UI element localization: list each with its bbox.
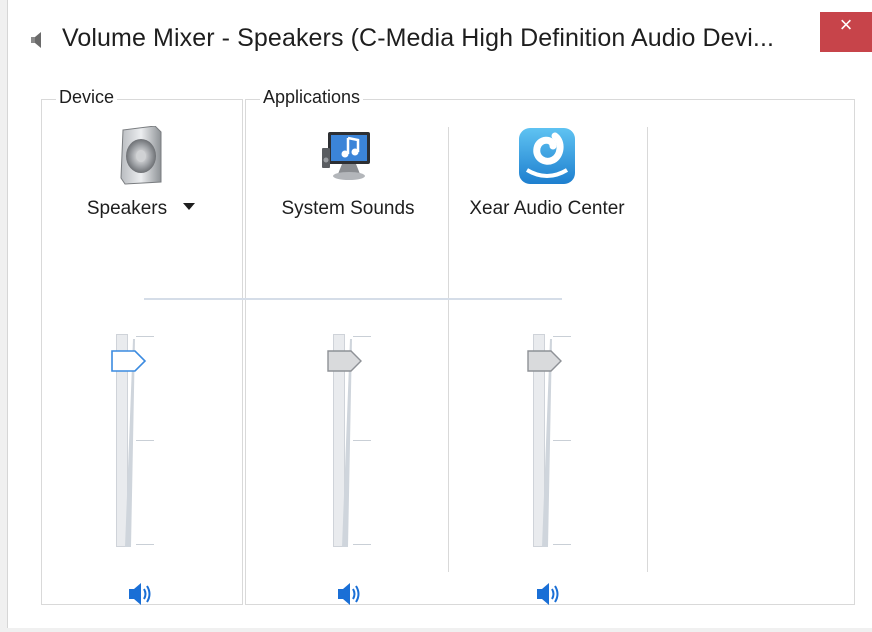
applications-group-label: Applications (260, 87, 364, 108)
device-group-label: Device (56, 87, 118, 108)
volume-slider-thumb[interactable] (327, 350, 363, 372)
slider-tick (353, 440, 371, 441)
slider-tick (553, 336, 571, 337)
window-left-border (0, 0, 8, 632)
app-channel-system-sounds: System Sounds (248, 124, 448, 605)
xear-audio-icon[interactable] (517, 126, 577, 186)
chevron-down-icon[interactable] (183, 203, 196, 211)
speaker-volume-icon[interactable] (533, 579, 565, 609)
volume-mixer-window: Volume Mixer - Speakers (C-Media High De… (0, 0, 872, 632)
speaker-volume-icon[interactable] (334, 579, 366, 609)
speaker-icon (31, 32, 41, 48)
slider-tick (553, 440, 571, 441)
app-channel-xear-audio-center: Xear Audio Center (447, 124, 647, 605)
device-channel: Speakers (41, 124, 241, 605)
speaker-device-icon[interactable] (111, 126, 171, 186)
window-bottom-border (0, 628, 872, 632)
volume-slider-thumb[interactable] (111, 350, 147, 372)
mixer-content: Device Applications Speakers System Soun… (8, 62, 872, 628)
slider-tick (353, 544, 371, 545)
slider-tick (353, 336, 371, 337)
close-icon: × (839, 12, 853, 37)
close-button[interactable]: × (820, 12, 872, 52)
volume-slider-thumb[interactable] (527, 350, 563, 372)
app-name-xear-audio-center: Xear Audio Center (469, 198, 625, 219)
system-sounds-icon[interactable] (318, 126, 378, 186)
window-title: Volume Mixer - Speakers (C-Media High De… (62, 24, 775, 52)
slider-tick (136, 336, 154, 337)
title-bar[interactable]: Volume Mixer - Speakers (C-Media High De… (8, 0, 872, 62)
column-separator (647, 127, 648, 572)
slider-tick (136, 544, 154, 545)
device-name[interactable]: Speakers (41, 198, 241, 220)
slider-tick (553, 544, 571, 545)
speaker-volume-icon[interactable] (125, 579, 157, 609)
device-name-label: Speakers (86, 198, 168, 219)
slider-tick (136, 440, 154, 441)
app-name-system-sounds: System Sounds (281, 198, 415, 219)
